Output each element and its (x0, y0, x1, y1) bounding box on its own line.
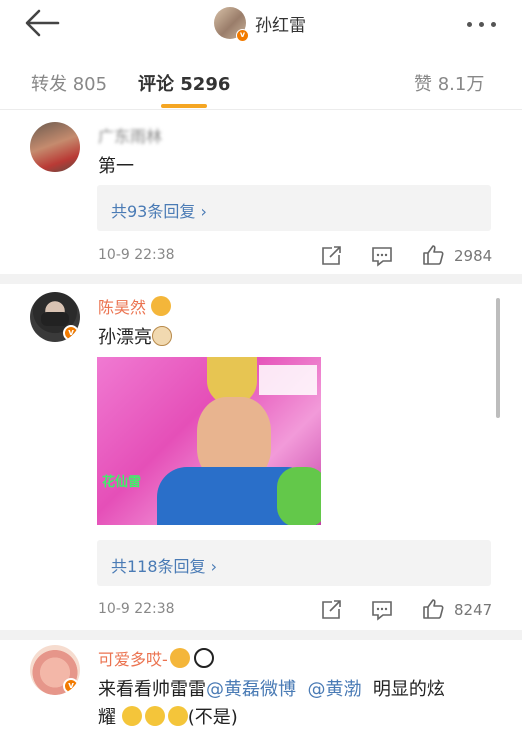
divider (0, 630, 522, 640)
tab-reposts[interactable]: 转发 805 (31, 70, 107, 96)
emoji-icon (151, 296, 172, 316)
laugh-cry-emoji-icon (144, 706, 165, 726)
page-title: 孙红雷 (255, 15, 306, 36)
comment-author[interactable]: 广东雨林 (98, 123, 162, 147)
avatar[interactable]: v (30, 645, 80, 695)
comment-item: 广东雨林 第一 共93条回复 › 10-9 22:38 2984 (0, 112, 522, 272)
like-icon[interactable] (422, 598, 444, 620)
top-bar: v 孙红雷 (0, 0, 522, 50)
comment-item: v 可爱多哎- 来看看帅雷雷@黄磊微博 @黄渤 明显的炫 耀 (不是) (0, 640, 522, 737)
more-dots-icon[interactable] (467, 22, 496, 27)
emoji-icon (169, 648, 190, 668)
comment-author[interactable]: 可爱多哎- (98, 646, 214, 670)
like-count: 2984 (454, 247, 493, 265)
scrollbar[interactable] (496, 298, 500, 418)
title-group[interactable]: v 孙红雷 (214, 6, 306, 42)
active-tab-indicator (161, 104, 207, 108)
comment-time: 10-9 22:38 (98, 601, 175, 617)
verified-badge-icon: v (236, 29, 249, 42)
replies-count: 共118条回复 › (111, 557, 218, 576)
comment-text-line2: 耀 (不是) (98, 706, 238, 728)
repost-icon[interactable] (320, 599, 342, 621)
like-icon[interactable] (422, 244, 444, 266)
comment-item: v 陈昊然 孙漂亮 花仙雷 共118条回复 › 10-9 22:38 8247 (0, 284, 522, 630)
replies-button[interactable]: 共93条回复 › (97, 185, 491, 231)
laugh-cry-emoji-icon (167, 706, 188, 726)
comment-text: 孙漂亮 (98, 323, 172, 349)
comment-text: 第一 (98, 156, 134, 177)
comment-icon[interactable] (371, 245, 393, 267)
cat-emoji-icon (152, 326, 172, 346)
like-count: 8247 (454, 601, 493, 619)
image-caption: 花仙雷 (102, 475, 142, 490)
divider (0, 274, 522, 284)
comment-icon[interactable] (371, 599, 393, 621)
panda-emoji-icon (193, 648, 214, 668)
comment-image[interactable]: 花仙雷 (97, 357, 321, 525)
verified-badge-icon: v (63, 325, 79, 341)
avatar[interactable] (30, 122, 80, 172)
repost-icon[interactable] (320, 245, 342, 267)
verified-badge-icon: v (63, 678, 79, 694)
comment-time: 10-9 22:38 (98, 247, 175, 263)
avatar[interactable]: v (214, 7, 249, 42)
comment-author[interactable]: 陈昊然 (98, 294, 172, 318)
mention-link[interactable]: @黄磊微博 (206, 679, 296, 700)
tab-comments[interactable]: 评论 5296 (138, 70, 230, 96)
laugh-cry-emoji-icon (121, 706, 142, 726)
mention-link[interactable]: @黄渤 (307, 679, 361, 700)
comment-text: 来看看帅雷雷@黄磊微博 @黄渤 明显的炫 (98, 679, 445, 700)
back-arrow-icon[interactable] (24, 8, 60, 38)
replies-count: 共93条回复 › (111, 202, 207, 221)
tab-likes[interactable]: 赞 8.1万 (414, 70, 484, 96)
avatar[interactable]: v (30, 292, 80, 342)
tab-bar: 转发 805 评论 5296 赞 8.1万 (0, 54, 522, 110)
replies-button[interactable]: 共118条回复 › (97, 540, 491, 586)
